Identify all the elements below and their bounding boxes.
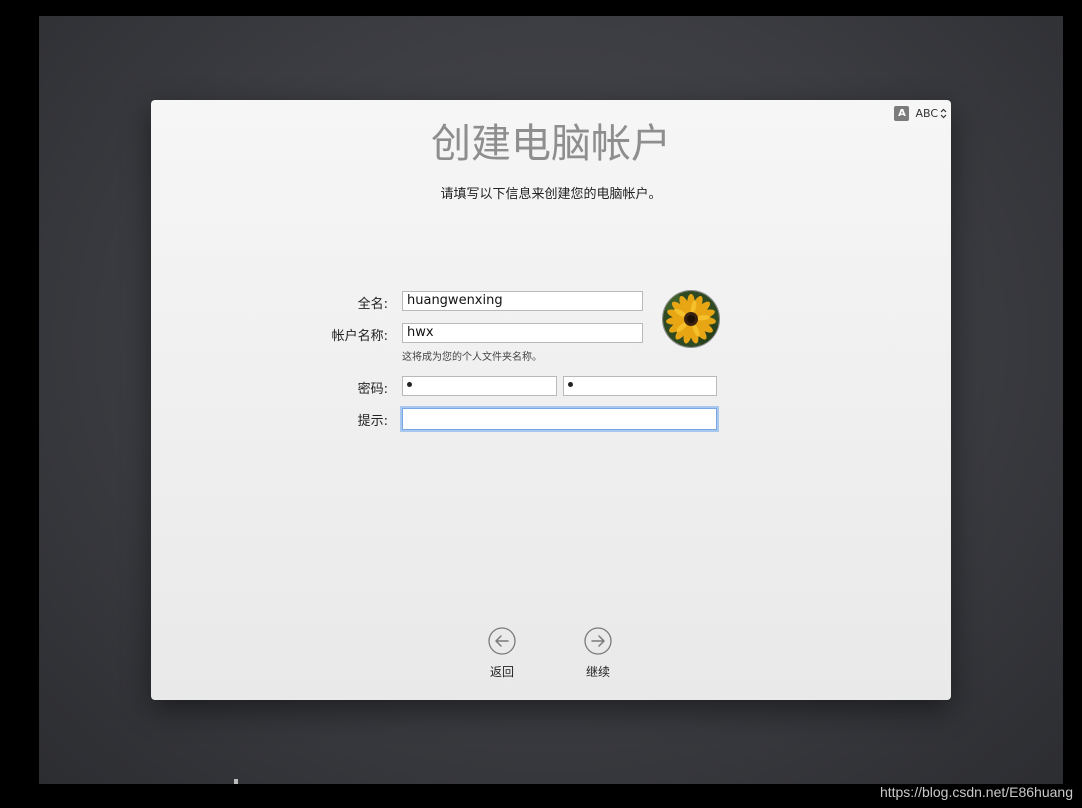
watermark-text: https://blog.csdn.net/E86huang	[879, 784, 1073, 800]
arrow-left-circle-icon	[488, 627, 516, 655]
arrow-right-circle-icon	[584, 627, 612, 655]
hint-label: 提示:	[357, 414, 388, 429]
back-button[interactable]: 返回	[472, 627, 532, 680]
full-name-field[interactable]: huangwenxing	[402, 291, 643, 311]
account-name-label: 帐户名称:	[331, 329, 388, 344]
verify-password-field[interactable]	[563, 376, 717, 396]
user-avatar[interactable]	[662, 290, 720, 348]
password-field[interactable]	[402, 376, 557, 396]
page-title: 创建电脑帐户	[431, 121, 671, 167]
back-button-label: 返回	[489, 665, 514, 679]
hint-field[interactable]	[402, 408, 717, 430]
sunflower-avatar-icon	[663, 291, 719, 347]
desktop-background: A ABC 创建电脑帐户 请填写以下信息来创建您的电脑帐户。 全名: huang…	[39, 16, 1063, 784]
account-name-help-text: 这将成为您的个人文件夹名称。	[402, 352, 542, 363]
full-name-label: 全名:	[357, 297, 388, 312]
verify-mask-dot	[568, 382, 573, 387]
mouse-cursor	[234, 779, 238, 784]
account-name-field[interactable]: hwx	[402, 323, 643, 343]
page-subtitle: 请填写以下信息来创建您的电脑帐户。	[440, 187, 662, 202]
continue-button-label: 继续	[585, 665, 610, 679]
continue-button[interactable]: 继续	[568, 627, 628, 680]
password-mask-dot	[407, 382, 412, 387]
setup-window: A ABC 创建电脑帐户 请填写以下信息来创建您的电脑帐户。 全名: huang…	[151, 100, 951, 700]
password-label: 密码:	[357, 382, 388, 397]
